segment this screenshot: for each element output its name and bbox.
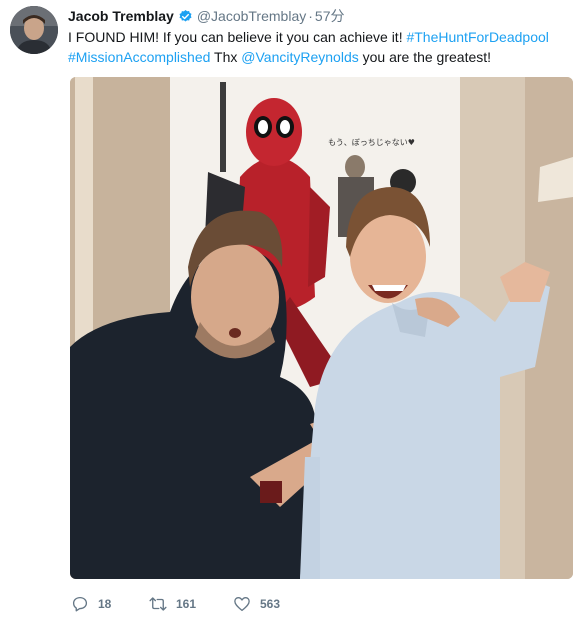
like-button[interactable]: 563	[233, 595, 280, 613]
hashtag-thehuntfordeadpool[interactable]: #TheHuntForDeadpool	[406, 29, 548, 45]
reply-icon	[72, 596, 88, 612]
reply-button[interactable]: 18	[71, 595, 149, 613]
photo-illustration: もう、ぼっちじゃない♥	[70, 77, 573, 579]
avatar[interactable]	[10, 6, 58, 54]
reply-count: 18	[98, 597, 112, 611]
tweet-photo[interactable]: もう、ぼっちじゃない♥	[70, 77, 573, 579]
like-count: 563	[260, 597, 281, 611]
heart-icon	[234, 597, 250, 612]
tweet-text-part: I FOUND HIM! If you can believe it you c…	[68, 29, 407, 45]
tweet[interactable]: Jacob Tremblay @JacobTremblay · 57分 I FO…	[0, 0, 587, 619]
hashtag-missionaccomplished[interactable]: #MissionAccomplished	[68, 49, 210, 65]
tweet-header: Jacob Tremblay @JacobTremblay · 57分	[68, 7, 344, 25]
timestamp[interactable]: 57分	[315, 6, 345, 26]
retweet-button[interactable]: 161	[149, 595, 233, 613]
retweet-icon	[149, 597, 167, 611]
author-name[interactable]: Jacob Tremblay	[68, 8, 174, 24]
verified-badge-icon	[178, 9, 193, 24]
tweet-actions: 18 161 563	[71, 593, 280, 615]
author-handle[interactable]: @JacobTremblay	[197, 8, 306, 24]
poster-text: もう、ぼっちじゃない♥	[328, 138, 415, 147]
retweet-count: 161	[176, 597, 197, 611]
tweet-text-part: you are the greatest!	[358, 49, 492, 65]
separator-dot: ·	[308, 8, 313, 24]
tweet-text: I FOUND HIM! If you can believe it you c…	[68, 27, 573, 67]
tweet-text-part: Thx	[210, 49, 242, 65]
mention-vancityreynolds[interactable]: @VancityReynolds	[241, 49, 358, 65]
